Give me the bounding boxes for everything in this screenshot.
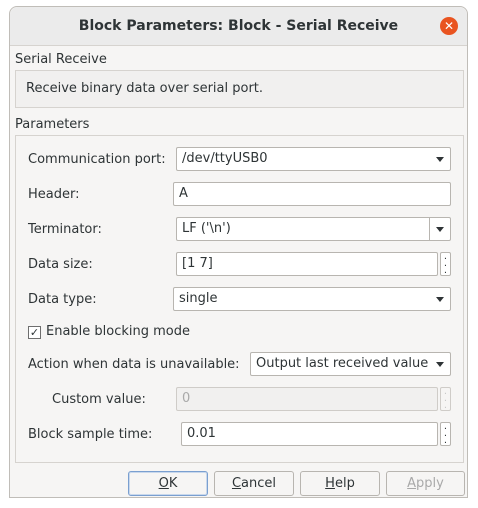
parameters-group: Communication port: /dev/ttyUSB0 Header:… <box>15 135 464 463</box>
terminator-combobox[interactable]: LF ('\n') <box>176 217 451 241</box>
header-input[interactable]: A <box>173 182 451 206</box>
apply-label-rest: pply <box>416 476 444 491</box>
parameters-heading: Parameters <box>15 117 90 132</box>
action-unavailable-value: Output last received value <box>256 356 429 371</box>
data-size-input[interactable]: [1 7] <box>176 252 438 276</box>
data-size-value: [1 7] <box>182 256 213 271</box>
communication-port-dropdown[interactable]: /dev/ttyUSB0 <box>176 147 451 171</box>
block-name-heading: Serial Receive <box>15 52 107 67</box>
header-label: Header: <box>28 187 80 202</box>
close-button[interactable]: ✕ <box>440 17 458 35</box>
enable-blocking-label[interactable]: Enable blocking mode <box>46 324 190 339</box>
help-button[interactable]: Help <box>300 471 380 496</box>
block-description: Receive binary data over serial port. <box>26 81 264 96</box>
action-unavailable-label: Action when data is unavailable: <box>28 357 240 372</box>
custom-value-label: Custom value: <box>52 392 146 407</box>
close-icon: ✕ <box>443 19 455 33</box>
custom-value-more-options-icon[interactable]: · · · <box>440 387 451 414</box>
sample-time-value: 0.01 <box>187 426 216 441</box>
chevron-down-icon <box>436 157 444 162</box>
communication-port-label: Communication port: <box>28 152 166 167</box>
cancel-button[interactable]: Cancel <box>214 471 294 496</box>
help-label-rest: elp <box>334 476 355 491</box>
custom-value-value: 0 <box>182 391 191 406</box>
dialog-title: Block Parameters: Block - Serial Receive <box>78 18 399 34</box>
description-box: Receive binary data over serial port. <box>15 70 464 108</box>
data-type-label: Data type: <box>28 292 97 307</box>
terminator-value: LF ('\n') <box>182 221 231 236</box>
custom-value-input[interactable]: 0 <box>176 387 438 411</box>
data-type-value: single <box>179 291 218 306</box>
sample-time-label: Block sample time: <box>28 427 153 442</box>
data-type-dropdown[interactable]: single <box>173 287 451 311</box>
sample-time-more-options-icon[interactable]: · · · <box>440 422 451 449</box>
data-size-label: Data size: <box>28 257 93 272</box>
header-value: A <box>179 186 188 201</box>
apply-button[interactable]: Apply <box>386 471 465 496</box>
enable-blocking-checkbox[interactable]: ✓ <box>28 326 41 339</box>
ok-label-rest: K <box>168 476 178 491</box>
ok-button[interactable]: OK <box>128 471 208 496</box>
title-bar: Block Parameters: Block - Serial Receive… <box>10 7 467 46</box>
cancel-mnemonic: C <box>231 476 242 491</box>
chevron-down-icon <box>436 227 444 232</box>
cancel-label-rest: ancel <box>241 476 277 491</box>
help-mnemonic: H <box>325 476 335 491</box>
chevron-down-icon <box>436 362 444 367</box>
block-parameters-dialog: Block Parameters: Block - Serial Receive… <box>9 6 468 498</box>
apply-mnemonic: A <box>407 476 417 491</box>
ok-mnemonic: O <box>158 476 169 491</box>
terminator-label: Terminator: <box>28 222 102 237</box>
sample-time-input[interactable]: 0.01 <box>181 422 438 446</box>
chevron-down-icon <box>436 297 444 302</box>
data-size-more-options-icon[interactable]: · · · <box>440 252 451 279</box>
checkmark-icon: ✓ <box>29 326 40 339</box>
communication-port-value: /dev/ttyUSB0 <box>182 151 268 166</box>
action-unavailable-dropdown[interactable]: Output last received value <box>250 352 451 376</box>
